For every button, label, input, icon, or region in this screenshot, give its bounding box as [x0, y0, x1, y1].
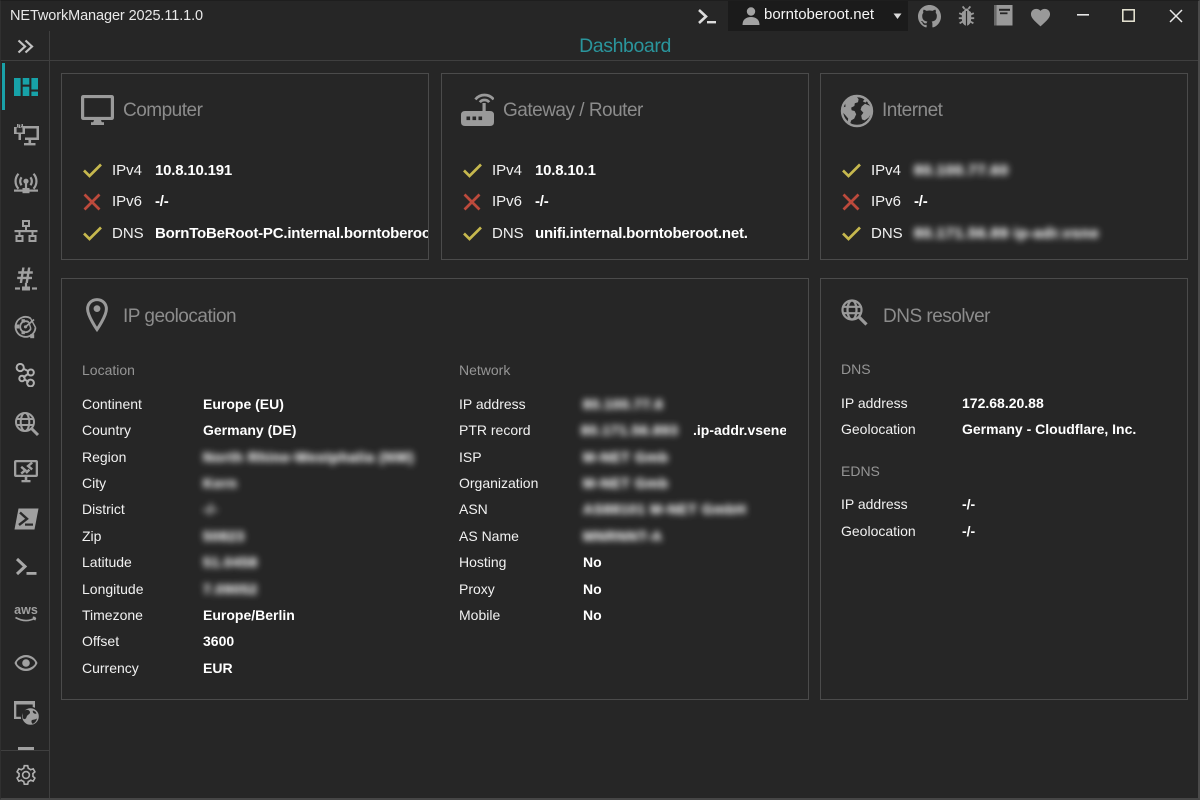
- svg-text:aws: aws: [14, 603, 38, 617]
